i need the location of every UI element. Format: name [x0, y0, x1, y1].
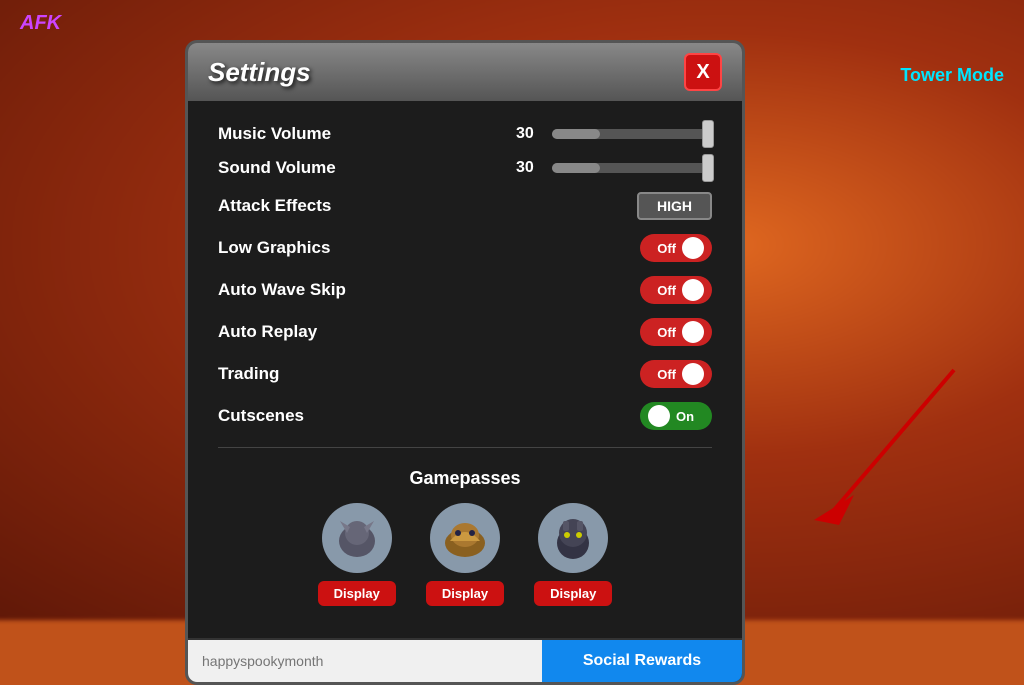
trading-control: Off	[640, 360, 712, 388]
sound-volume-value: 30	[516, 159, 544, 177]
music-volume-control: 30	[516, 125, 712, 143]
cutscenes-toggle-text: On	[676, 409, 694, 424]
modal-header: Settings X	[188, 43, 742, 101]
gamepasses-row: Display Display	[218, 503, 712, 606]
auto-wave-skip-label: Auto Wave Skip	[218, 280, 346, 300]
auto-replay-toggle-circle	[682, 321, 704, 343]
music-volume-label: Music Volume	[218, 124, 331, 144]
cutscenes-label: Cutscenes	[218, 406, 304, 426]
arrow-indicator	[774, 350, 994, 550]
music-volume-row: Music Volume 30	[218, 117, 712, 151]
settings-modal: Settings X Music Volume 30 Sound Volume …	[185, 40, 745, 685]
low-graphics-label: Low Graphics	[218, 238, 330, 258]
trading-label: Trading	[218, 364, 279, 384]
attack-effects-row: Attack Effects HIGH	[218, 185, 712, 227]
sound-volume-row: Sound Volume 30	[218, 151, 712, 185]
trading-row: Trading Off	[218, 353, 712, 395]
auto-wave-skip-toggle-text: Off	[657, 283, 676, 298]
trading-toggle[interactable]: Off	[640, 360, 712, 388]
modal-title: Settings	[208, 57, 311, 88]
cutscenes-toggle-circle	[648, 405, 670, 427]
low-graphics-toggle-circle	[682, 237, 704, 259]
auto-wave-skip-toggle-circle	[682, 279, 704, 301]
tower-mode-label: Tower Mode	[900, 65, 1004, 86]
auto-wave-skip-toggle[interactable]: Off	[640, 276, 712, 304]
gamepass-item-1: Display	[318, 503, 396, 606]
low-graphics-row: Low Graphics Off	[218, 227, 712, 269]
gamepass-item-3: Display	[534, 503, 612, 606]
code-input[interactable]	[188, 640, 542, 682]
gamepass-icon-2	[430, 503, 500, 573]
trading-toggle-text: Off	[657, 367, 676, 382]
auto-replay-toggle[interactable]: Off	[640, 318, 712, 346]
auto-wave-skip-row: Auto Wave Skip Off	[218, 269, 712, 311]
attack-effects-label: Attack Effects	[218, 196, 331, 216]
modal-body: Music Volume 30 Sound Volume 30	[188, 101, 742, 638]
gamepass-display-btn-1[interactable]: Display	[318, 581, 396, 606]
sound-volume-label: Sound Volume	[218, 158, 336, 178]
cutscenes-control: On	[640, 402, 712, 430]
music-volume-slider[interactable]	[552, 129, 712, 139]
auto-replay-label: Auto Replay	[218, 322, 317, 342]
low-graphics-toggle-text: Off	[657, 241, 676, 256]
section-divider	[218, 447, 712, 448]
auto-replay-row: Auto Replay Off	[218, 311, 712, 353]
low-graphics-control: Off	[640, 234, 712, 262]
gamepass-icon-1	[322, 503, 392, 573]
modal-footer: Social Rewards	[188, 638, 742, 682]
gamepasses-title: Gamepasses	[218, 468, 712, 489]
attack-effects-button[interactable]: HIGH	[637, 192, 712, 220]
gamepass-display-btn-3[interactable]: Display	[534, 581, 612, 606]
afk-label: AFK	[20, 12, 61, 35]
auto-replay-toggle-text: Off	[657, 325, 676, 340]
sound-volume-slider[interactable]	[552, 163, 712, 173]
low-graphics-toggle[interactable]: Off	[640, 234, 712, 262]
attack-effects-control: HIGH	[637, 192, 712, 220]
auto-wave-skip-control: Off	[640, 276, 712, 304]
cutscenes-row: Cutscenes On	[218, 395, 712, 437]
music-volume-value: 30	[516, 125, 544, 143]
gamepass-item-2: Display	[426, 503, 504, 606]
gamepasses-section: Gamepasses Display	[218, 458, 712, 626]
cutscenes-toggle[interactable]: On	[640, 402, 712, 430]
sound-volume-control: 30	[516, 159, 712, 177]
close-button[interactable]: X	[684, 53, 722, 91]
social-rewards-button[interactable]: Social Rewards	[542, 640, 742, 682]
auto-replay-control: Off	[640, 318, 712, 346]
gamepass-icon-3	[538, 503, 608, 573]
gamepass-display-btn-2[interactable]: Display	[426, 581, 504, 606]
trading-toggle-circle	[682, 363, 704, 385]
